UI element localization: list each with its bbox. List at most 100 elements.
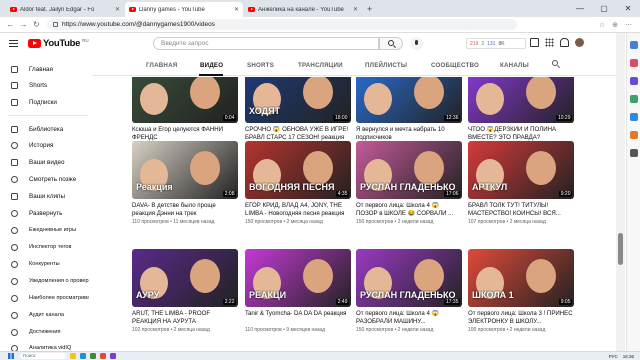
video-thumbnail[interactable]: Реакция 2:08: [132, 141, 238, 199]
video-card[interactable]: ХОДЯТ 18:00 СРОЧНО 😱 ОБНОВА УЖЕ В ИГРЕ! БР…: [245, 77, 351, 149]
file-explorer-icon[interactable]: [70, 353, 76, 359]
add-icon[interactable]: [630, 149, 638, 157]
sidebar-item-home[interactable]: Главная: [0, 63, 92, 75]
scrollbar-thumb[interactable]: [618, 233, 623, 265]
youtube-logo[interactable]: YouTube RU: [28, 38, 89, 49]
close-tab-icon[interactable]: ✕: [115, 6, 120, 13]
video-card[interactable]: АУРУ 2:22 ARUT, THE LIMBA - PROOF РЕАКЦИЯ …: [132, 249, 238, 333]
video-title[interactable]: ARUT, THE LIMBA - PROOF РЕАКЦИЯ НА АУРУТ…: [132, 310, 238, 325]
video-card[interactable]: РЕАКЦИ 2:49 Tanir & Tyomcha- DA DA DA реак…: [245, 249, 351, 333]
back-button[interactable]: ←: [4, 20, 17, 29]
video-thumbnail[interactable]: ШКОЛА 1 9:05: [468, 249, 574, 307]
search-button[interactable]: [379, 37, 403, 50]
channel-search-icon[interactable]: [552, 60, 561, 69]
video-title[interactable]: DAVA- В детстве было проще реакция Дэнни…: [132, 202, 238, 217]
sidebar-item-tag-inspector[interactable]: Инспектор тегов: [0, 241, 92, 253]
video-thumbnail[interactable]: 0:04: [132, 77, 238, 123]
create-video-icon[interactable]: [530, 38, 539, 47]
sidebar-item-daily-games[interactable]: Ежедневные игры: [0, 224, 92, 236]
sidebar-item-subscriptions[interactable]: Подписки: [0, 96, 92, 108]
video-card[interactable]: ШКОЛА 1 9:05 От первого лица: Школа 3 ! ПР…: [468, 249, 574, 333]
video-card[interactable]: ВОГОДНЯЯ ПЕСНЯ 4:35 ЕГОР КРИД, ВЛАД А4, JO…: [245, 141, 351, 225]
close-tab-icon[interactable]: ✕: [353, 6, 358, 13]
video-card[interactable]: 10:29 ЧТОО 😱ДЕРЗКИЙ И ПОЛИНА ВМЕСТЕ? ЭТО …: [468, 77, 574, 149]
video-title[interactable]: Ксюша и Егор целуются ФАННИ ФРЕНДС: [132, 126, 238, 141]
video-thumbnail[interactable]: АУРУ 2:22: [132, 249, 238, 307]
tab-home[interactable]: ГЛАВНАЯ: [146, 62, 177, 69]
search-input[interactable]: Введите запрос: [153, 37, 379, 50]
sidebar-item-history[interactable]: История: [0, 139, 92, 151]
video-card[interactable]: РУСЛАН ГЛАДЕНЬКО 17:06 От первого лица: Шк…: [356, 141, 462, 225]
video-thumbnail[interactable]: 10:29: [468, 77, 574, 123]
video-title[interactable]: ЧТОО 😱ДЕРЗКИЙ И ПОЛИНА ВМЕСТЕ? ЭТО ПРАВД…: [468, 126, 574, 141]
sidebar-item-most-viewed[interactable]: Наиболее просматриваемые: [0, 292, 92, 304]
tab-playlists[interactable]: ПЛЕЙЛИСТЫ: [365, 62, 407, 69]
extensions-icon[interactable]: ⊕: [612, 21, 618, 29]
video-title[interactable]: От первого лица: Школа 3 ! ПРИНЕС ЭЛЕКТР…: [468, 310, 574, 325]
sidebar-item-expand[interactable]: Развернуть: [0, 207, 92, 219]
video-card[interactable]: АРТКУЛ 9:20 БРАВЛ ТОЛК ТУТ! ТИТУЛЫ! МАСТЕР…: [468, 141, 574, 225]
tab-channels[interactable]: КАНАЛЫ: [500, 62, 529, 69]
office-icon[interactable]: [630, 113, 638, 121]
store-icon[interactable]: [90, 353, 96, 359]
video-title[interactable]: СРОЧНО 😱 ОБНОВА УЖЕ В ИГРЕ! БРАВЛ СТАРС …: [245, 126, 351, 141]
browser-tab-3[interactable]: Aнжелика на канале - YouTube ✕: [244, 2, 362, 17]
video-thumbnail[interactable]: РУСЛАН ГЛАДЕНЬКО 17:35: [356, 249, 462, 307]
voice-search-icon[interactable]: [410, 37, 423, 50]
sidebar-item-achievements[interactable]: Достижения: [0, 326, 92, 338]
close-window-button[interactable]: ✕: [616, 0, 640, 17]
page-scrollbar[interactable]: [616, 33, 625, 351]
new-tab-button[interactable]: +: [362, 4, 377, 14]
sidebar-item-check-notifications[interactable]: Уведомления о проверке: [0, 275, 92, 287]
browser-menu-icon[interactable]: ⋯: [625, 21, 632, 29]
video-card[interactable]: РУСЛАН ГЛАДЕНЬКО 17:35 От первого лица: Шк…: [356, 249, 462, 333]
vidiq-stats-widget[interactable]: 219 2 131 8K: [466, 38, 526, 49]
sidebar-item-competitors[interactable]: Конкуренты: [0, 258, 92, 270]
maximize-button[interactable]: ▢: [592, 0, 616, 17]
sidebar-item-channel-audit[interactable]: Аудит канала: [0, 309, 92, 321]
tab-live[interactable]: ТРАНСЛЯЦИИ: [298, 62, 343, 69]
sidebar-item-your-videos[interactable]: Ваши видео: [0, 156, 92, 168]
sidebar-item-library[interactable]: Библиотека: [0, 123, 92, 135]
video-title[interactable]: Tanir & Tyomcha- DA DA DA реакция: [245, 310, 351, 325]
clock[interactable]: 16:36: [623, 354, 634, 359]
sidebar-item-watch-later[interactable]: Смотреть позже: [0, 173, 92, 185]
browser-tab-2[interactable]: Danny games - YouTube ✕: [125, 2, 243, 17]
address-bar[interactable]: https://www.youtube.com/@dannygames1900/…: [47, 19, 517, 30]
minimize-button[interactable]: —: [568, 0, 592, 17]
browser-tab-1[interactable]: Aldor feat. Jailyn Edgar - Fo ✕: [6, 2, 124, 17]
app-icon[interactable]: [110, 353, 116, 359]
video-card[interactable]: 0:04Ксюша и Егор целуются ФАННИ ФРЕНДС11…: [132, 77, 238, 149]
search-icon[interactable]: [630, 41, 638, 49]
tab-community[interactable]: СООБЩЕСТВО: [431, 62, 479, 69]
video-thumbnail[interactable]: РУСЛАН ГЛАДЕНЬКО 17:06: [356, 141, 462, 199]
tools-icon[interactable]: [630, 77, 638, 85]
language-indicator[interactable]: РУС: [609, 354, 618, 359]
favorite-star-icon[interactable]: ☆: [599, 21, 605, 29]
video-title[interactable]: БРАВЛ ТОЛК ТУТ! ТИТУЛЫ! МАСТЕРСТВО! КОИН…: [468, 202, 574, 217]
tab-videos[interactable]: ВИДЕО: [200, 62, 223, 69]
video-thumbnail[interactable]: РЕАКЦИ 2:49: [245, 249, 351, 307]
video-thumbnail[interactable]: ВОГОДНЯЯ ПЕСНЯ 4:35: [245, 141, 351, 199]
video-card[interactable]: 12:36 Я вернулся и мечта набрать 10 подпи…: [356, 77, 462, 149]
video-title[interactable]: Я вернулся и мечта набрать 10 подписчико…: [356, 126, 462, 141]
taskbar-search[interactable]: Поиск: [20, 353, 66, 359]
video-thumbnail[interactable]: ХОДЯТ 18:00: [245, 77, 351, 123]
sidebar-item-clips[interactable]: Ваши клипы: [0, 190, 92, 202]
reload-button[interactable]: ↻: [30, 20, 43, 29]
start-button-icon[interactable]: [8, 353, 14, 359]
outlook-icon[interactable]: [630, 131, 638, 139]
notifications-bell-icon[interactable]: [560, 38, 569, 47]
shopping-icon[interactable]: [630, 59, 638, 67]
tab-shorts[interactable]: SHORTS: [247, 62, 274, 69]
video-thumbnail[interactable]: 12:36: [356, 77, 462, 123]
forward-button[interactable]: →: [17, 20, 30, 29]
video-title[interactable]: От первого лица: Школа 4 😱 РАЗОБРАЛИ МАШ…: [356, 310, 462, 325]
close-tab-icon[interactable]: ✕: [234, 6, 239, 13]
app-icon[interactable]: [100, 353, 106, 359]
sidebar-item-shorts[interactable]: Shorts: [0, 79, 92, 91]
video-title[interactable]: ЕГОР КРИД, ВЛАД А4, JONY, THE LIMBA - Но…: [245, 202, 351, 217]
edge-browser-icon[interactable]: [80, 353, 86, 359]
video-thumbnail[interactable]: АРТКУЛ 9:20: [468, 141, 574, 199]
video-title[interactable]: От первого лица: Школа 4 😱 ПОЗОР в ШКОЛЕ…: [356, 202, 462, 217]
